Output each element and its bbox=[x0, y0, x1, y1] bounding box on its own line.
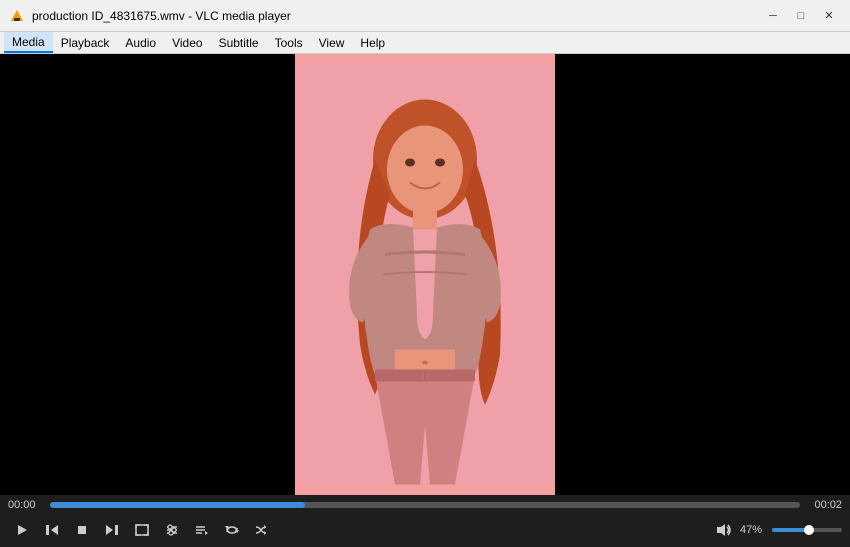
volume-area: 47% bbox=[712, 518, 842, 542]
menu-item-help[interactable]: Help bbox=[352, 32, 393, 53]
minimize-button[interactable]: ─ bbox=[760, 6, 786, 26]
video-area bbox=[0, 54, 850, 495]
progress-fill bbox=[50, 502, 305, 508]
app-icon bbox=[8, 7, 26, 25]
time-start: 00:00 bbox=[8, 499, 46, 511]
volume-track bbox=[772, 528, 842, 532]
skip-back-button[interactable] bbox=[38, 518, 66, 542]
menu-item-audio[interactable]: Audio bbox=[117, 32, 164, 53]
random-button[interactable] bbox=[248, 518, 276, 542]
volume-percent: 47% bbox=[740, 524, 768, 536]
title-bar: production ID_4831675.wmv - VLC media pl… bbox=[0, 0, 850, 32]
progress-track[interactable] bbox=[50, 502, 800, 508]
volume-fill bbox=[772, 528, 805, 532]
menu-item-view[interactable]: View bbox=[311, 32, 353, 53]
time-end: 00:02 bbox=[804, 499, 842, 511]
volume-button[interactable] bbox=[712, 518, 736, 542]
window-controls: ─ □ ✕ bbox=[760, 6, 842, 26]
video-content bbox=[295, 54, 555, 495]
window-title: production ID_4831675.wmv - VLC media pl… bbox=[32, 9, 760, 23]
menu-item-media[interactable]: Media bbox=[4, 32, 53, 53]
fullscreen-button[interactable] bbox=[128, 518, 156, 542]
menu-bar: Media Playback Audio Video Subtitle Tool… bbox=[0, 32, 850, 54]
maximize-button[interactable]: □ bbox=[788, 6, 814, 26]
loop-button[interactable] bbox=[218, 518, 246, 542]
controls-bar: 00:00 00:02 bbox=[0, 495, 850, 547]
volume-knob[interactable] bbox=[804, 525, 814, 535]
progress-area: 00:00 00:02 bbox=[8, 499, 842, 511]
playlist-button[interactable] bbox=[188, 518, 216, 542]
control-buttons: 47% bbox=[8, 515, 842, 545]
skip-forward-button[interactable] bbox=[98, 518, 126, 542]
volume-slider[interactable] bbox=[772, 525, 842, 535]
extended-button[interactable] bbox=[158, 518, 186, 542]
menu-item-subtitle[interactable]: Subtitle bbox=[211, 32, 267, 53]
play-button[interactable] bbox=[8, 518, 36, 542]
menu-item-playback[interactable]: Playback bbox=[53, 32, 118, 53]
menu-item-video[interactable]: Video bbox=[164, 32, 210, 53]
menu-item-tools[interactable]: Tools bbox=[267, 32, 311, 53]
close-button[interactable]: ✕ bbox=[816, 6, 842, 26]
stop-button[interactable] bbox=[68, 518, 96, 542]
